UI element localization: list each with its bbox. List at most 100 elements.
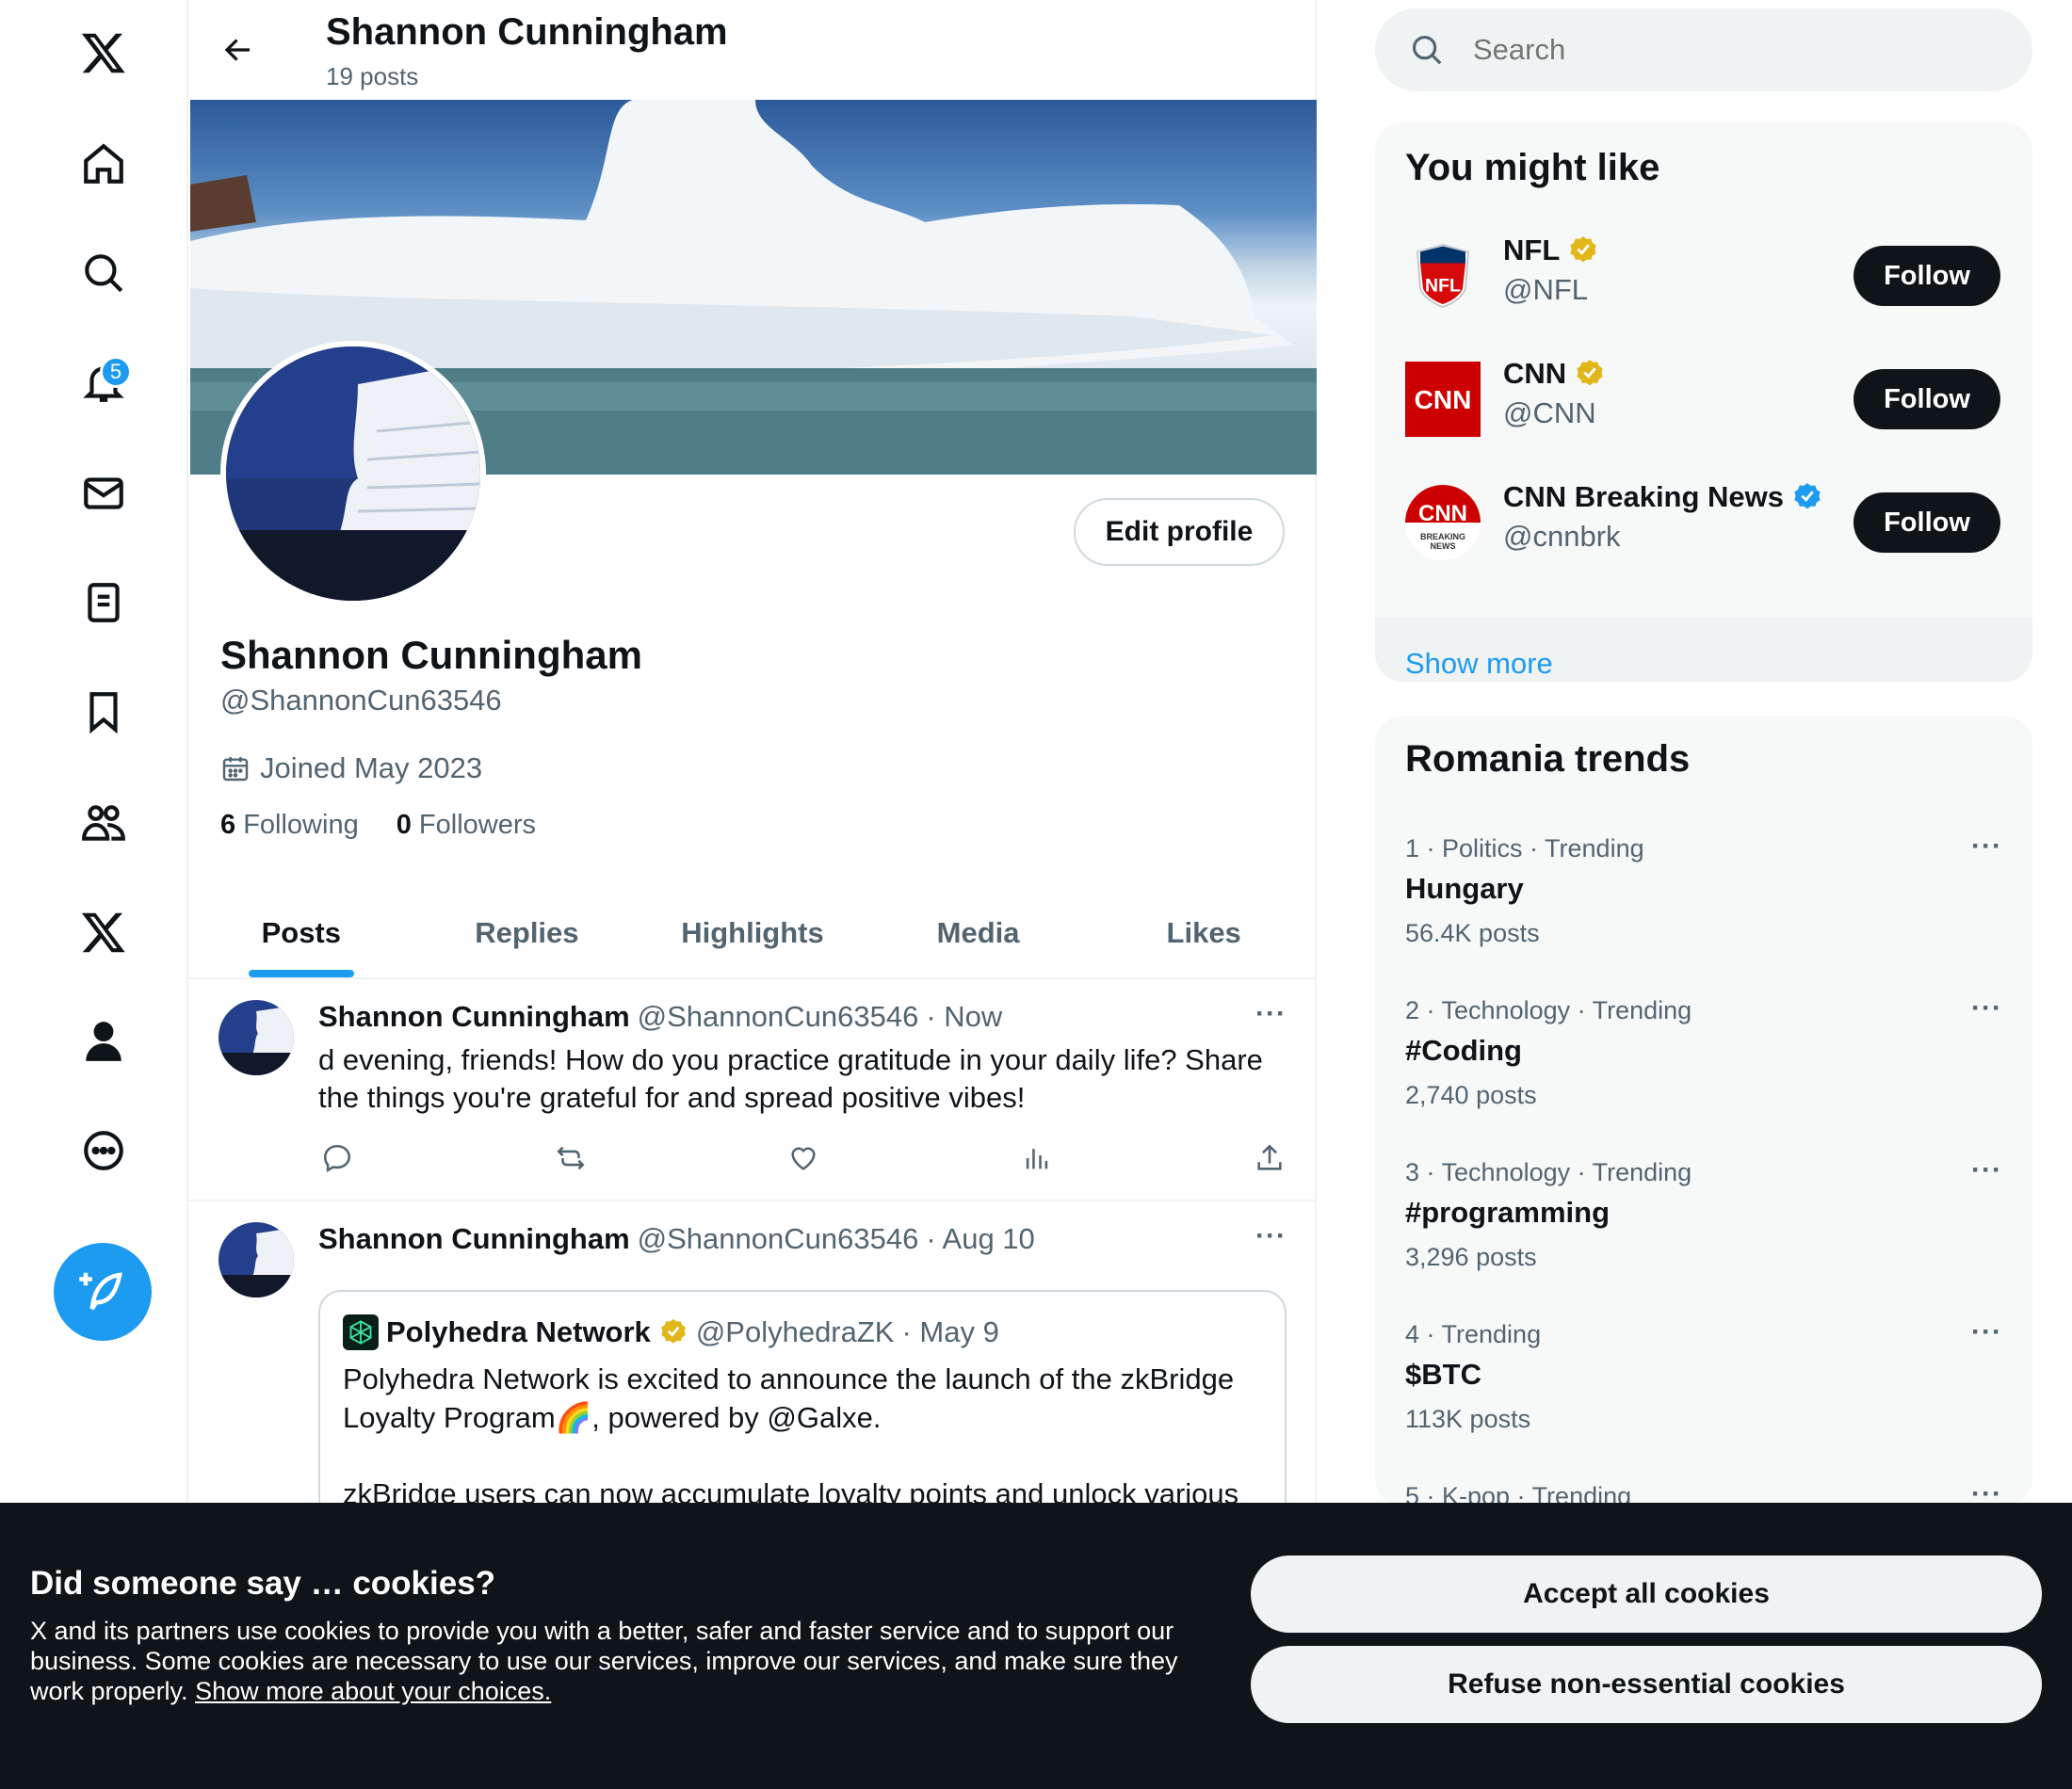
suggestion-name: CNN Breaking News <box>1503 480 1823 514</box>
verified-gold-icon <box>661 1319 686 1344</box>
tab-replies[interactable]: Replies <box>414 889 640 977</box>
quoted-tweet[interactable]: Polyhedra Network @PolyhedraZK · May 9 P… <box>318 1290 1287 1535</box>
feather-plus-icon <box>79 1272 122 1311</box>
trend-item[interactable]: 2 · Technology · Trending #Coding 2,740 … <box>1375 992 2032 1158</box>
views-icon[interactable] <box>1018 1139 1056 1177</box>
tweet-avatar[interactable] <box>219 1000 294 1075</box>
reply-icon[interactable] <box>318 1139 356 1177</box>
svg-text:BREAKING: BREAKING <box>1420 532 1465 541</box>
tweet-more-icon[interactable]: ··· <box>1255 1220 1287 1252</box>
suggestion-handle: @cnnbrk <box>1503 520 1621 553</box>
notifications-icon[interactable]: 5 <box>66 345 141 420</box>
bookmarks-icon[interactable] <box>66 674 141 749</box>
search-input[interactable] <box>1473 33 1944 67</box>
trend-count: 113K posts <box>1405 1405 1531 1433</box>
tweet-author-handle[interactable]: @ShannonCun63546 <box>638 1222 919 1256</box>
follow-button[interactable]: Follow <box>1853 246 2000 306</box>
trend-more-icon[interactable]: ··· <box>1971 992 2002 1024</box>
cookie-title: Did someone say … cookies? <box>30 1565 496 1602</box>
nfl-logo-icon: NFL <box>1405 238 1481 314</box>
x-logo-icon[interactable] <box>66 15 141 90</box>
cnn-logo-icon: CNN <box>1405 362 1481 437</box>
quoted-author-handle[interactable]: @PolyhedraZK <box>696 1315 895 1349</box>
profile-icon[interactable] <box>66 1004 141 1079</box>
follow-suggestion[interactable]: CNN CNN @CNN Follow <box>1375 338 2032 460</box>
svg-text:NFL: NFL <box>1425 276 1461 297</box>
explore-icon[interactable] <box>66 235 141 311</box>
tab-highlights[interactable]: Highlights <box>639 889 866 977</box>
more-icon[interactable] <box>66 1113 141 1188</box>
trend-name: #Coding <box>1405 1034 1522 1067</box>
follow-suggestion[interactable]: NFL NFL @NFL Follow <box>1375 215 2032 337</box>
trend-item[interactable]: 4 · Trending $BTC 113K posts ··· <box>1375 1316 2032 1482</box>
trend-name: $BTC <box>1405 1358 1481 1391</box>
share-icon[interactable] <box>1251 1139 1288 1177</box>
tweet-header: Shannon Cunningham @ShannonCun63546 · No… <box>318 1000 1002 1034</box>
who-to-follow-card: You might like NFL NFL @NFL Follow CNN C… <box>1375 122 2032 682</box>
trend-more-icon[interactable]: ··· <box>1971 830 2002 862</box>
repost-icon[interactable] <box>552 1139 590 1177</box>
profile-name: Shannon Cunningham <box>220 633 642 677</box>
trend-more-icon[interactable]: ··· <box>1971 1154 2002 1186</box>
tweet-time[interactable]: · Now <box>926 1000 1002 1034</box>
profile-avatar[interactable] <box>220 341 486 606</box>
tab-posts[interactable]: Posts <box>188 889 414 977</box>
suggestion-name-text: NFL <box>1503 234 1561 266</box>
lists-icon[interactable] <box>66 565 141 640</box>
accept-cookies-button[interactable]: Accept all cookies <box>1251 1555 2042 1633</box>
tweet-author-name[interactable]: Shannon Cunningham <box>318 1222 630 1256</box>
premium-x-icon[interactable] <box>66 894 141 970</box>
home-icon[interactable] <box>66 126 141 201</box>
tab-likes[interactable]: Likes <box>1091 889 1317 977</box>
suggestion-name: CNN <box>1503 357 1606 391</box>
followers-link[interactable]: 0 Followers <box>397 810 536 841</box>
profile-tabs: Posts Replies Highlights Media Likes <box>188 889 1317 979</box>
tab-media[interactable]: Media <box>866 889 1092 977</box>
trend-meta: 2 · Technology · Trending <box>1405 996 1692 1024</box>
profile-header-bar: Shannon Cunningham 19 posts <box>188 0 1317 100</box>
refuse-cookies-button[interactable]: Refuse non-essential cookies <box>1251 1646 2042 1723</box>
communities-icon[interactable] <box>66 785 141 861</box>
tweet[interactable]: Shannon Cunningham @ShannonCun63546 · No… <box>188 979 1317 1201</box>
trend-more-icon[interactable]: ··· <box>1971 1316 2002 1348</box>
profile-handle: @ShannonCun63546 <box>220 684 502 717</box>
like-icon[interactable] <box>785 1139 822 1177</box>
who-to-follow-title: You might like <box>1405 147 1660 188</box>
follow-button[interactable]: Follow <box>1853 369 2000 429</box>
cookie-choices-link[interactable]: Show more about your choices. <box>195 1677 551 1705</box>
verified-gold-icon <box>1577 360 1603 386</box>
follow-button[interactable]: Follow <box>1853 492 2000 553</box>
cookie-banner: Did someone say … cookies? X and its par… <box>0 1503 2072 1789</box>
polyhedra-logo-icon <box>343 1314 379 1350</box>
trend-item[interactable]: 3 · Technology · Trending #programming 3… <box>1375 1154 2032 1320</box>
joined-text: Joined May 2023 <box>260 751 483 784</box>
back-arrow-icon[interactable] <box>215 26 262 73</box>
trends-title: Romania trends <box>1405 738 1691 780</box>
tweet-author-name[interactable]: Shannon Cunningham <box>318 1000 630 1034</box>
search-bar[interactable] <box>1375 8 2032 91</box>
show-more-link[interactable]: Show more <box>1375 618 2032 682</box>
tweet-author-handle[interactable]: @ShannonCun63546 <box>638 1000 919 1034</box>
messages-icon[interactable] <box>66 456 141 531</box>
trend-item[interactable]: 1 · Politics · Trending Hungary 56.4K po… <box>1375 830 2032 996</box>
edit-profile-button[interactable]: Edit profile <box>1074 498 1285 566</box>
suggestion-name-text: CNN <box>1503 357 1567 390</box>
tweet-header: Shannon Cunningham @ShannonCun63546 · Au… <box>318 1222 1035 1256</box>
tweet[interactable]: Shannon Cunningham @ShannonCun63546 · Au… <box>188 1201 1317 1535</box>
verified-blue-icon <box>1794 483 1821 509</box>
compose-button[interactable] <box>54 1243 152 1341</box>
tweet-more-icon[interactable]: ··· <box>1255 998 1287 1030</box>
following-link[interactable]: 6 Following <box>220 810 359 841</box>
suggestion-name-text: CNN Breaking News <box>1503 480 1785 513</box>
quoted-tweet-time[interactable]: · May 9 <box>902 1315 999 1349</box>
trend-name: Hungary <box>1405 872 1524 905</box>
suggestion-handle: @CNN <box>1503 396 1596 429</box>
suggestion-name: NFL <box>1503 234 1599 267</box>
follow-suggestion[interactable]: CNN BREAKING NEWS CNN Breaking News @cnnbr… <box>1375 461 2032 584</box>
cnn-breaking-news-logo-icon: CNN BREAKING NEWS <box>1405 485 1481 560</box>
quoted-author-name[interactable]: Polyhedra Network <box>386 1315 651 1349</box>
tweet-avatar[interactable] <box>219 1222 294 1297</box>
tweet-time[interactable]: · Aug 10 <box>926 1222 1034 1256</box>
trends-card: Romania trends 1 · Politics · Trending H… <box>1375 716 2032 1507</box>
header-title: Shannon Cunningham <box>326 11 728 53</box>
